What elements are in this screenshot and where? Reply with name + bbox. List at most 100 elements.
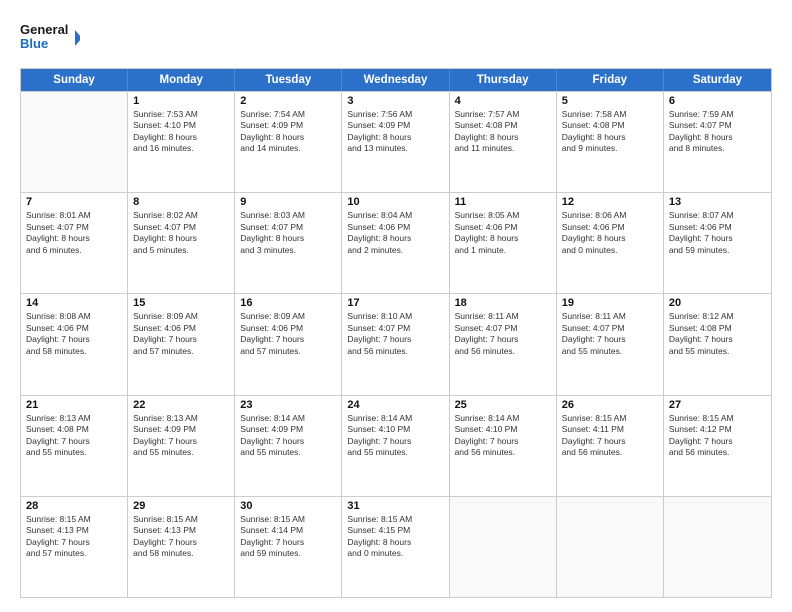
cell-line-3: and 56 minutes.: [669, 447, 766, 458]
cell-line-2: Daylight: 8 hours: [240, 233, 336, 244]
cell-line-1: Sunset: 4:09 PM: [240, 424, 336, 435]
cell-line-3: and 2 minutes.: [347, 245, 443, 256]
cell-line-1: Sunset: 4:07 PM: [669, 120, 766, 131]
cell-line-1: Sunset: 4:09 PM: [347, 120, 443, 131]
cell-line-1: Sunset: 4:08 PM: [669, 323, 766, 334]
cell-line-3: and 56 minutes.: [455, 447, 551, 458]
day-number: 3: [347, 95, 443, 107]
calendar-day-1: 1Sunrise: 7:53 AMSunset: 4:10 PMDaylight…: [128, 92, 235, 192]
calendar-week-2: 7Sunrise: 8:01 AMSunset: 4:07 PMDaylight…: [21, 192, 771, 293]
calendar-day-empty: [450, 497, 557, 597]
cell-line-2: Daylight: 7 hours: [669, 436, 766, 447]
cell-line-1: Sunset: 4:09 PM: [240, 120, 336, 131]
day-number: 8: [133, 196, 229, 208]
day-number: 10: [347, 196, 443, 208]
cell-line-3: and 57 minutes.: [133, 346, 229, 357]
cell-line-2: Daylight: 7 hours: [26, 537, 122, 548]
calendar-day-5: 5Sunrise: 7:58 AMSunset: 4:08 PMDaylight…: [557, 92, 664, 192]
cell-line-3: and 0 minutes.: [347, 548, 443, 559]
cell-line-2: Daylight: 7 hours: [562, 436, 658, 447]
cell-line-0: Sunrise: 8:11 AM: [455, 311, 551, 322]
calendar-day-empty: [21, 92, 128, 192]
day-number: 7: [26, 196, 122, 208]
cell-line-2: Daylight: 7 hours: [26, 334, 122, 345]
day-number: 15: [133, 297, 229, 309]
calendar-week-5: 28Sunrise: 8:15 AMSunset: 4:13 PMDayligh…: [21, 496, 771, 597]
cell-line-1: Sunset: 4:14 PM: [240, 525, 336, 536]
day-number: 11: [455, 196, 551, 208]
cell-line-0: Sunrise: 7:57 AM: [455, 109, 551, 120]
calendar-day-4: 4Sunrise: 7:57 AMSunset: 4:08 PMDaylight…: [450, 92, 557, 192]
cell-line-0: Sunrise: 8:05 AM: [455, 210, 551, 221]
day-number: 24: [347, 399, 443, 411]
calendar-body: 1Sunrise: 7:53 AMSunset: 4:10 PMDaylight…: [21, 91, 771, 597]
cell-line-1: Sunset: 4:07 PM: [240, 222, 336, 233]
cell-line-0: Sunrise: 8:06 AM: [562, 210, 658, 221]
cell-line-1: Sunset: 4:07 PM: [133, 222, 229, 233]
cell-line-3: and 55 minutes.: [669, 346, 766, 357]
cell-line-3: and 13 minutes.: [347, 143, 443, 154]
calendar-day-21: 21Sunrise: 8:13 AMSunset: 4:08 PMDayligh…: [21, 396, 128, 496]
day-number: 6: [669, 95, 766, 107]
cell-line-3: and 0 minutes.: [562, 245, 658, 256]
cell-line-2: Daylight: 7 hours: [240, 436, 336, 447]
calendar-day-25: 25Sunrise: 8:14 AMSunset: 4:10 PMDayligh…: [450, 396, 557, 496]
calendar-day-18: 18Sunrise: 8:11 AMSunset: 4:07 PMDayligh…: [450, 294, 557, 394]
day-number: 18: [455, 297, 551, 309]
calendar-header-cell: Saturday: [664, 69, 771, 91]
cell-line-1: Sunset: 4:06 PM: [669, 222, 766, 233]
cell-line-0: Sunrise: 7:53 AM: [133, 109, 229, 120]
cell-line-0: Sunrise: 8:03 AM: [240, 210, 336, 221]
calendar-day-24: 24 Sunrise: 8:14 AMSunset: 4:10 PMDayligh…: [342, 396, 449, 496]
cell-line-2: Daylight: 8 hours: [347, 132, 443, 143]
calendar-day-30: 30Sunrise: 8:15 AMSunset: 4:14 PMDayligh…: [235, 497, 342, 597]
calendar-header-cell: Wednesday: [342, 69, 449, 91]
cell-line-0: Sunrise: 8:11 AM: [562, 311, 658, 322]
calendar-day-19: 19Sunrise: 8:11 AMSunset: 4:07 PMDayligh…: [557, 294, 664, 394]
day-number: 16: [240, 297, 336, 309]
day-number: 14: [26, 297, 122, 309]
logo: General Blue: [20, 18, 80, 58]
cell-line-2: Daylight: 8 hours: [562, 132, 658, 143]
calendar-header-cell: Sunday: [21, 69, 128, 91]
cell-line-3: and 14 minutes.: [240, 143, 336, 154]
day-number: 20: [669, 297, 766, 309]
cell-line-2: Daylight: 8 hours: [669, 132, 766, 143]
cell-line-2: Daylight: 7 hours: [26, 436, 122, 447]
cell-line-0: Sunrise: 8:14 AM: [455, 413, 551, 424]
cell-line-2: Daylight: 8 hours: [562, 233, 658, 244]
calendar-header-cell: Thursday: [450, 69, 557, 91]
cell-line-1: Sunset: 4:10 PM: [347, 424, 443, 435]
cell-line-2: Daylight: 7 hours: [347, 334, 443, 345]
cell-line-0: Sunrise: 8:08 AM: [26, 311, 122, 322]
cell-line-3: and 59 minutes.: [669, 245, 766, 256]
cell-line-0: Sunrise: 8:01 AM: [26, 210, 122, 221]
cell-line-1: Sunset: 4:13 PM: [133, 525, 229, 536]
cell-line-3: and 56 minutes.: [347, 346, 443, 357]
calendar-day-14: 14Sunrise: 8:08 AMSunset: 4:06 PMDayligh…: [21, 294, 128, 394]
cell-line-1: Sunset: 4:06 PM: [455, 222, 551, 233]
calendar-day-8: 8Sunrise: 8:02 AMSunset: 4:07 PMDaylight…: [128, 193, 235, 293]
calendar-header-cell: Friday: [557, 69, 664, 91]
cell-line-2: Daylight: 7 hours: [347, 436, 443, 447]
cell-line-1: Sunset: 4:10 PM: [133, 120, 229, 131]
page: General Blue SundayMondayTuesdayWednesda…: [0, 0, 792, 612]
cell-line-2: Daylight: 7 hours: [455, 436, 551, 447]
cell-line-2: Daylight: 7 hours: [240, 334, 336, 345]
cell-line-1: Sunset: 4:13 PM: [26, 525, 122, 536]
svg-text:Blue: Blue: [20, 36, 48, 51]
calendar-day-7: 7Sunrise: 8:01 AMSunset: 4:07 PMDaylight…: [21, 193, 128, 293]
calendar-week-1: 1Sunrise: 7:53 AMSunset: 4:10 PMDaylight…: [21, 91, 771, 192]
cell-line-0: Sunrise: 8:10 AM: [347, 311, 443, 322]
cell-line-3: and 56 minutes.: [455, 346, 551, 357]
calendar-day-26: 26Sunrise: 8:15 AMSunset: 4:11 PMDayligh…: [557, 396, 664, 496]
cell-line-2: Daylight: 7 hours: [133, 334, 229, 345]
calendar-day-12: 12Sunrise: 8:06 AMSunset: 4:06 PMDayligh…: [557, 193, 664, 293]
cell-line-2: Daylight: 7 hours: [133, 436, 229, 447]
cell-line-0: Sunrise: 8:02 AM: [133, 210, 229, 221]
cell-line-2: Daylight: 8 hours: [347, 537, 443, 548]
cell-line-3: and 56 minutes.: [562, 447, 658, 458]
cell-line-0: Sunrise: 8:14 AM: [347, 413, 443, 424]
day-number: 17: [347, 297, 443, 309]
cell-line-0: Sunrise: 8:15 AM: [133, 514, 229, 525]
